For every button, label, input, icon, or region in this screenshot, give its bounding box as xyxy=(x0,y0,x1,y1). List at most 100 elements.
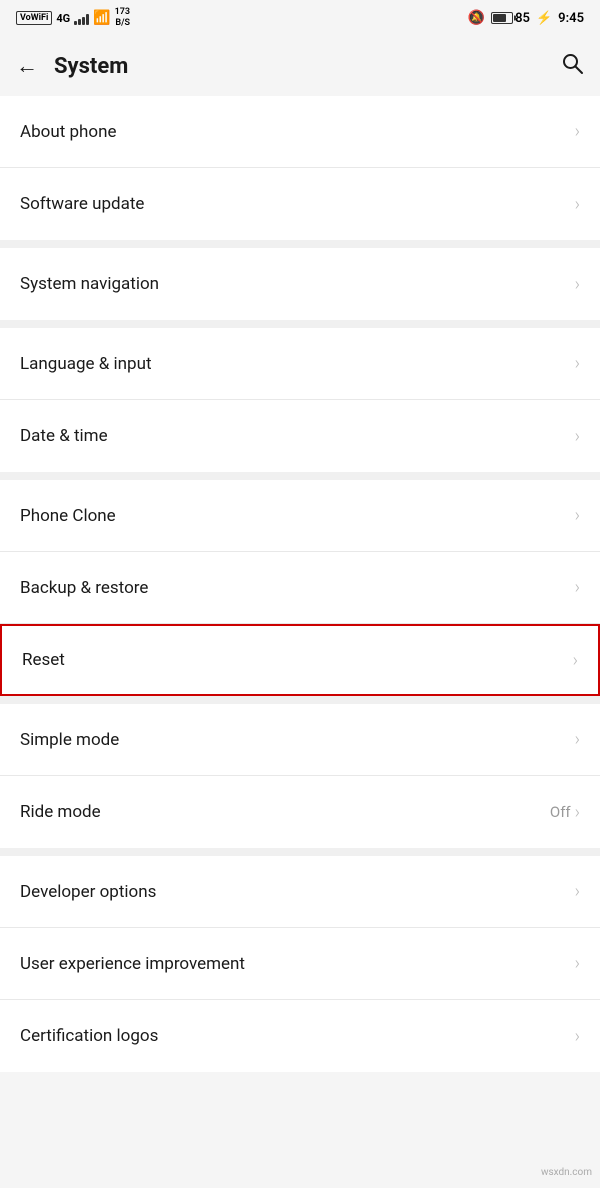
item-system-navigation[interactable]: System navigation › xyxy=(0,248,600,320)
date-time-label: Date & time xyxy=(20,426,108,446)
section-divider-4 xyxy=(0,696,600,704)
reset-label: Reset xyxy=(22,650,65,670)
item-software-update[interactable]: Software update › xyxy=(0,168,600,240)
chevron-icon: › xyxy=(575,353,580,374)
page-title: System xyxy=(54,54,544,79)
item-simple-mode[interactable]: Simple mode › xyxy=(0,704,600,776)
item-ride-mode[interactable]: Ride mode Off › xyxy=(0,776,600,848)
item-developer-options-left: Developer options xyxy=(20,882,156,902)
section-divider-2 xyxy=(0,320,600,328)
status-left: VoWiFi 4G 📶 173 B/S xyxy=(16,7,130,29)
language-input-label: Language & input xyxy=(20,354,152,374)
signal-bar-1 xyxy=(74,21,77,25)
item-about-phone-right: › xyxy=(575,121,580,142)
item-phone-clone-left: Phone Clone xyxy=(20,506,116,526)
item-date-time-right: › xyxy=(575,426,580,447)
item-ride-mode-right: Off › xyxy=(550,802,580,823)
item-backup-restore-left: Backup & restore xyxy=(20,578,148,598)
item-certification-logos-left: Certification logos xyxy=(20,1026,158,1046)
search-icon xyxy=(560,51,584,75)
item-backup-restore-right: › xyxy=(575,577,580,598)
software-update-label: Software update xyxy=(20,194,144,214)
item-user-experience-left: User experience improvement xyxy=(20,954,245,974)
section-2: System navigation › xyxy=(0,248,600,320)
signal-bar-3 xyxy=(82,17,85,25)
battery-icon xyxy=(491,12,513,24)
status-bar: VoWiFi 4G 📶 173 B/S 🔕 85 ⚡ 9:45 xyxy=(0,0,600,36)
developer-options-label: Developer options xyxy=(20,882,156,902)
certification-logos-label: Certification logos xyxy=(20,1026,158,1046)
item-developer-options[interactable]: Developer options › xyxy=(0,856,600,928)
item-simple-mode-left: Simple mode xyxy=(20,730,119,750)
item-language-input[interactable]: Language & input › xyxy=(0,328,600,400)
signal-bars xyxy=(74,11,89,25)
section-divider-5 xyxy=(0,848,600,856)
chevron-icon: › xyxy=(575,881,580,902)
item-reset-right: › xyxy=(573,650,578,671)
item-user-experience[interactable]: User experience improvement › xyxy=(0,928,600,1000)
header: ← System xyxy=(0,36,600,96)
simple-mode-label: Simple mode xyxy=(20,730,119,750)
search-button[interactable] xyxy=(560,51,584,81)
chevron-icon: › xyxy=(575,121,580,142)
battery-container: 85 xyxy=(491,11,530,26)
item-language-input-right: › xyxy=(575,353,580,374)
item-developer-options-right: › xyxy=(575,881,580,902)
signal-bar-4 xyxy=(86,14,89,25)
signal-4g: 4G xyxy=(56,12,70,25)
item-simple-mode-right: › xyxy=(575,729,580,750)
chevron-icon: › xyxy=(573,650,578,671)
chevron-icon: › xyxy=(575,426,580,447)
back-arrow-icon: ← xyxy=(16,53,38,79)
vowifi-badge: VoWiFi xyxy=(16,11,52,25)
item-language-input-left: Language & input xyxy=(20,354,152,374)
battery-level: 85 xyxy=(515,11,530,26)
item-about-phone-left: About phone xyxy=(20,122,117,142)
chevron-icon: › xyxy=(575,577,580,598)
charge-icon: ⚡ xyxy=(536,11,552,26)
chevron-icon: › xyxy=(575,194,580,215)
item-date-time-left: Date & time xyxy=(20,426,108,446)
item-ride-mode-left: Ride mode xyxy=(20,802,101,822)
chevron-icon: › xyxy=(575,729,580,750)
user-experience-label: User experience improvement xyxy=(20,954,245,974)
item-reset[interactable]: Reset › xyxy=(0,624,600,696)
ride-mode-label: Ride mode xyxy=(20,802,101,822)
item-reset-left: Reset xyxy=(22,650,65,670)
chevron-icon: › xyxy=(575,953,580,974)
about-phone-label: About phone xyxy=(20,122,117,142)
item-software-update-left: Software update xyxy=(20,194,144,214)
battery-fill xyxy=(493,14,506,22)
section-3: Language & input › Date & time › xyxy=(0,328,600,472)
section-4: Phone Clone › Backup & restore › Reset › xyxy=(0,480,600,696)
signal-bar-2 xyxy=(78,19,81,25)
item-user-experience-right: › xyxy=(575,953,580,974)
item-certification-logos-right: › xyxy=(575,1026,580,1047)
chevron-icon: › xyxy=(575,505,580,526)
time: 9:45 xyxy=(558,11,584,26)
settings-list: About phone › Software update › System n… xyxy=(0,96,600,1072)
status-right: 🔕 85 ⚡ 9:45 xyxy=(468,10,584,26)
section-divider-1 xyxy=(0,240,600,248)
section-1: About phone › Software update › xyxy=(0,96,600,240)
item-software-update-right: › xyxy=(575,194,580,215)
phone-clone-label: Phone Clone xyxy=(20,506,116,526)
item-backup-restore[interactable]: Backup & restore › xyxy=(0,552,600,624)
system-navigation-label: System navigation xyxy=(20,274,159,294)
item-certification-logos[interactable]: Certification logos › xyxy=(0,1000,600,1072)
chevron-icon: › xyxy=(575,274,580,295)
backup-restore-label: Backup & restore xyxy=(20,578,148,598)
chevron-icon: › xyxy=(575,802,580,823)
watermark: wsxdn.com xyxy=(541,1167,592,1178)
item-about-phone[interactable]: About phone › xyxy=(0,96,600,168)
item-phone-clone-right: › xyxy=(575,505,580,526)
mute-icon: 🔕 xyxy=(468,10,485,26)
wifi-icon: 📶 xyxy=(93,10,110,26)
speed-text: 173 B/S xyxy=(115,7,130,29)
item-phone-clone[interactable]: Phone Clone › xyxy=(0,480,600,552)
back-button[interactable]: ← xyxy=(16,53,38,79)
section-6: Developer options › User experience impr… xyxy=(0,856,600,1072)
section-divider-3 xyxy=(0,472,600,480)
item-date-time[interactable]: Date & time › xyxy=(0,400,600,472)
ride-mode-value: Off xyxy=(550,803,571,821)
